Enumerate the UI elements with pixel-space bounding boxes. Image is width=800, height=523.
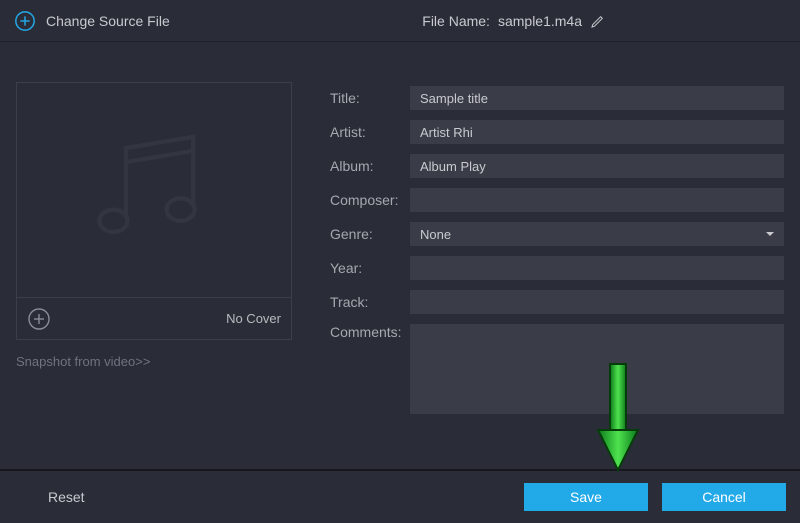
- cover-footer: No Cover: [16, 298, 292, 340]
- cover-preview: [16, 82, 292, 298]
- field-row-comments: Comments:: [330, 324, 784, 414]
- track-input[interactable]: [410, 290, 784, 314]
- save-button[interactable]: Save: [524, 483, 648, 511]
- year-input[interactable]: [410, 256, 784, 280]
- add-cover-button[interactable]: [27, 307, 51, 331]
- album-label: Album:: [330, 158, 410, 174]
- change-source-file-button[interactable]: Change Source File: [14, 10, 170, 32]
- artist-label: Artist:: [330, 124, 410, 140]
- title-label: Title:: [330, 90, 410, 106]
- field-row-track: Track:: [330, 290, 784, 314]
- composer-input[interactable]: [410, 188, 784, 212]
- year-label: Year:: [330, 260, 410, 276]
- title-input[interactable]: [410, 86, 784, 110]
- snapshot-from-video-link[interactable]: Snapshot from video>>: [16, 354, 150, 369]
- cover-column: No Cover Snapshot from video>>: [16, 82, 292, 424]
- album-input[interactable]: [410, 154, 784, 178]
- change-source-label: Change Source File: [46, 13, 170, 29]
- footer-buttons: Save Cancel: [524, 483, 786, 511]
- field-row-album: Album:: [330, 154, 784, 178]
- header-bar: Change Source File File Name: sample1.m4…: [0, 0, 800, 42]
- field-row-composer: Composer:: [330, 188, 784, 212]
- plus-circle-icon: [14, 10, 36, 32]
- field-row-year: Year:: [330, 256, 784, 280]
- comments-textarea[interactable]: [410, 324, 784, 414]
- artist-input[interactable]: [410, 120, 784, 144]
- footer-bar: Reset Save Cancel: [0, 469, 800, 523]
- field-row-genre: Genre: None: [330, 222, 784, 246]
- edit-pencil-icon[interactable]: [590, 13, 606, 29]
- content-area: No Cover Snapshot from video>> Title: Ar…: [0, 42, 800, 424]
- track-label: Track:: [330, 294, 410, 310]
- cancel-button[interactable]: Cancel: [662, 483, 786, 511]
- field-row-title: Title:: [330, 86, 784, 110]
- no-cover-label: No Cover: [226, 311, 281, 326]
- composer-label: Composer:: [330, 192, 410, 208]
- field-row-artist: Artist:: [330, 120, 784, 144]
- genre-selected-value: None: [410, 222, 784, 246]
- genre-label: Genre:: [330, 226, 410, 242]
- metadata-form: Title: Artist: Album: Composer: Genre: N…: [330, 82, 784, 424]
- filename-display: File Name: sample1.m4a: [422, 13, 606, 29]
- comments-label: Comments:: [330, 324, 410, 340]
- reset-button[interactable]: Reset: [14, 483, 119, 511]
- genre-select[interactable]: None: [410, 222, 784, 246]
- filename-label: File Name:: [422, 13, 490, 29]
- music-note-icon: [84, 120, 224, 260]
- filename-value: sample1.m4a: [498, 13, 582, 29]
